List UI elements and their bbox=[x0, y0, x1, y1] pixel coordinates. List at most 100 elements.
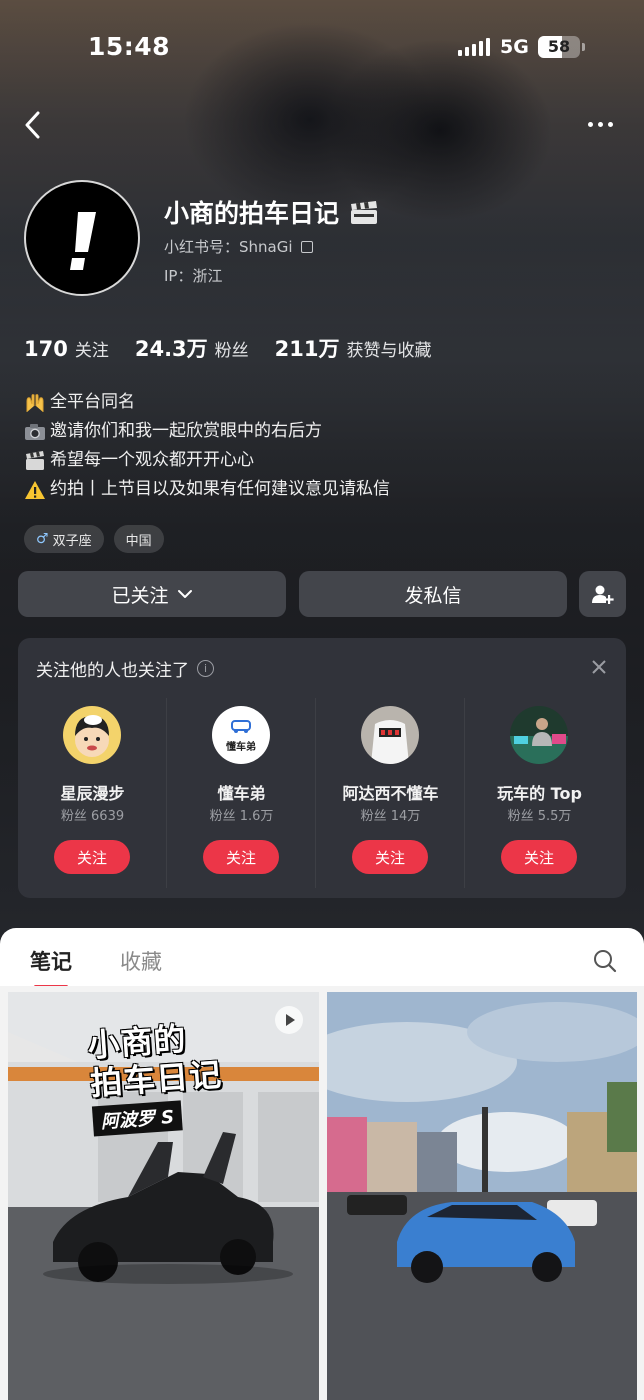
battery-icon: 58 bbox=[538, 36, 580, 58]
nickname-text: 小商的拍车日记 bbox=[164, 199, 340, 228]
avatar-logo bbox=[70, 212, 96, 270]
note-cover-title: 小商的 拍车日记 阿波罗 S bbox=[86, 1018, 225, 1137]
recommend-avatar[interactable] bbox=[63, 706, 121, 764]
avatar[interactable] bbox=[24, 180, 140, 296]
followed-button[interactable]: 已关注 bbox=[18, 571, 286, 617]
tag-zodiac: ♂ 双子座 bbox=[24, 525, 104, 553]
recommend-list: 星辰漫步 粉丝 6639 关注 懂车弟 懂车弟 粉丝 1.6万 关注 阿达西不懂… bbox=[18, 698, 626, 888]
feed-tabs: 笔记 收藏 bbox=[30, 946, 162, 988]
message-label: 发私信 bbox=[404, 584, 462, 607]
bio-line: 全平台同名 bbox=[24, 388, 390, 417]
signal-icon bbox=[458, 38, 490, 56]
cover-subtitle: 阿波罗 S bbox=[91, 1100, 184, 1137]
recommend-title: 关注他的人也关注了 i bbox=[36, 656, 214, 681]
stat-value: 170 bbox=[24, 337, 68, 361]
battery-level: 58 bbox=[547, 37, 571, 56]
profile-actions: 已关注 发私信 bbox=[18, 571, 626, 619]
stat-value: 211万 bbox=[274, 337, 340, 361]
tag-region: 中国 bbox=[113, 525, 164, 553]
recommend-title-text: 关注他的人也关注了 bbox=[36, 661, 189, 681]
recommend-fans: 粉丝 1.6万 bbox=[209, 809, 274, 824]
back-button[interactable] bbox=[20, 108, 50, 142]
profile-stats: 170 关注 24.3万 粉丝 211万 获赞与收藏 bbox=[24, 333, 458, 363]
stat-followers[interactable]: 24.3万 粉丝 bbox=[135, 333, 249, 363]
bio-line: 邀请你们和我一起欣赏眼中的右后方 bbox=[24, 417, 390, 446]
follow-button[interactable]: 关注 bbox=[203, 840, 279, 874]
recommend-name: 懂车弟 bbox=[217, 784, 266, 803]
tab-collections[interactable]: 收藏 bbox=[120, 946, 162, 976]
camera-icon bbox=[25, 423, 45, 440]
message-button[interactable]: 发私信 bbox=[299, 571, 567, 617]
follow-button[interactable]: 关注 bbox=[352, 840, 428, 874]
cover-line: 拍车日记 bbox=[88, 1055, 224, 1103]
status-bar: 15:48 5G 58 bbox=[0, 30, 644, 66]
note-card[interactable] bbox=[327, 992, 637, 1400]
stat-following[interactable]: 170 关注 bbox=[24, 336, 109, 361]
recommend-fans: 粉丝 6639 bbox=[60, 809, 125, 824]
bio-text: 全平台同名 bbox=[50, 392, 135, 412]
note-card[interactable]: 小商的 拍车日记 阿波罗 S bbox=[8, 992, 319, 1400]
more-button[interactable] bbox=[588, 112, 622, 136]
recommend-item[interactable]: 阿达西不懂车 粉丝 14万 关注 bbox=[316, 698, 465, 888]
recommend-name: 阿达西不懂车 bbox=[342, 784, 439, 803]
stat-value: 24.3万 bbox=[134, 337, 208, 361]
recommend-card: 关注他的人也关注了 i 星辰漫步 粉丝 6639 关注 懂车弟 懂车弟 粉丝 1… bbox=[18, 638, 626, 898]
recommend-item[interactable]: 懂车弟 懂车弟 粉丝 1.6万 关注 bbox=[167, 698, 316, 888]
chevron-down-icon bbox=[177, 590, 192, 598]
red-id: 小红书号：ShnaGi bbox=[164, 236, 313, 257]
gemini-icon: ♂ bbox=[36, 531, 49, 547]
add-user-icon bbox=[591, 585, 614, 604]
bio-text: 约拍丨上节目以及如果有任何建议意见请私信 bbox=[50, 479, 390, 499]
add-friend-button[interactable] bbox=[579, 571, 626, 617]
warning-icon bbox=[25, 480, 45, 499]
followed-label: 已关注 bbox=[111, 584, 169, 607]
close-icon bbox=[592, 660, 606, 674]
bio-text: 希望每一个观众都开开心心 bbox=[50, 450, 254, 470]
follow-button[interactable]: 关注 bbox=[501, 840, 577, 874]
nickname: 小商的拍车日记 bbox=[164, 194, 379, 230]
bio: 全平台同名 邀请你们和我一起欣赏眼中的右后方 希望每一个观众都开开心心 约拍丨上… bbox=[24, 388, 390, 504]
tab-notes[interactable]: 笔记 bbox=[30, 946, 72, 988]
bio-text: 邀请你们和我一起欣赏眼中的右后方 bbox=[50, 421, 322, 441]
stat-label: 粉丝 bbox=[214, 341, 249, 361]
clapperboard-icon bbox=[349, 201, 379, 224]
ip-location: IP：浙江 bbox=[164, 267, 223, 285]
profile-tags: ♂ 双子座 中国 bbox=[24, 525, 164, 553]
chevron-left-icon bbox=[25, 111, 40, 139]
stat-label: 获赞与收藏 bbox=[346, 341, 432, 361]
notes-grid: 小商的 拍车日记 阿波罗 S bbox=[0, 986, 644, 1400]
close-button[interactable] bbox=[590, 658, 608, 676]
notes-feed: 笔记 收藏 小商的 拍车日记 阿波罗 S bbox=[0, 928, 644, 1400]
info-icon[interactable]: i bbox=[197, 660, 214, 677]
recommend-name: 玩车的 Top bbox=[497, 784, 582, 803]
more-dot bbox=[608, 121, 613, 127]
raised-hands-icon bbox=[26, 393, 44, 412]
search-button[interactable] bbox=[592, 948, 618, 974]
bio-line: 希望每一个观众都开开心心 bbox=[24, 446, 390, 475]
battery-tip bbox=[582, 43, 585, 51]
note-cover-image bbox=[327, 992, 637, 1400]
red-id-text: 小红书号：ShnaGi bbox=[164, 238, 293, 256]
recommend-avatar[interactable] bbox=[510, 706, 568, 764]
recommend-fans: 粉丝 14万 bbox=[360, 809, 421, 824]
search-icon bbox=[594, 950, 617, 973]
more-dots-icon bbox=[588, 121, 593, 127]
clapperboard-icon bbox=[26, 450, 44, 470]
recommend-fans: 粉丝 5.5万 bbox=[507, 809, 572, 824]
tag-text: 中国 bbox=[125, 533, 152, 549]
status-time: 15:48 bbox=[88, 32, 171, 61]
recommend-avatar-text: 懂车弟 bbox=[226, 742, 256, 753]
recommend-avatar[interactable]: 懂车弟 bbox=[212, 706, 270, 764]
bio-line: 约拍丨上节目以及如果有任何建议意见请私信 bbox=[24, 475, 390, 504]
recommend-item[interactable]: 星辰漫步 粉丝 6639 关注 bbox=[18, 698, 167, 888]
follow-button[interactable]: 关注 bbox=[54, 840, 130, 874]
stat-label: 关注 bbox=[74, 341, 109, 361]
stat-likes[interactable]: 211万 获赞与收藏 bbox=[275, 333, 432, 363]
tag-text: 双子座 bbox=[52, 533, 92, 549]
recommend-item[interactable]: 玩车的 Top 粉丝 5.5万 关注 bbox=[465, 698, 614, 888]
recommend-avatar[interactable] bbox=[361, 706, 419, 764]
more-dot bbox=[598, 121, 603, 127]
play-icon bbox=[275, 1006, 303, 1034]
recommend-name: 星辰漫步 bbox=[60, 784, 125, 803]
copy-icon[interactable] bbox=[300, 240, 313, 253]
